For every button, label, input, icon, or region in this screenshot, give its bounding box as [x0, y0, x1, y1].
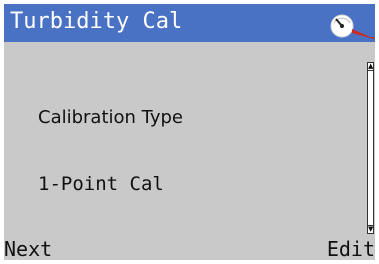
settings-content: Calibration Type 1-Point Cal [4, 42, 366, 234]
title-bar: Turbidity Cal [4, 4, 375, 42]
calibration-type-label: Calibration Type [38, 107, 184, 128]
scroll-track[interactable] [367, 71, 374, 225]
edit-button[interactable]: Edit [327, 238, 375, 260]
next-button[interactable]: Next [4, 238, 52, 260]
scroll-up-icon[interactable]: ▲ [367, 62, 374, 71]
device-screen: Turbidity Cal Calibration Type 1-Point C… [4, 4, 375, 260]
screen-title: Turbidity Cal [10, 9, 183, 34]
vertical-scrollbar[interactable]: ▲ ▼ [367, 62, 374, 234]
softkey-bar: Next Edit [4, 236, 375, 260]
scroll-down-icon[interactable]: ▼ [367, 225, 374, 234]
gauge-icon [330, 13, 374, 39]
calibration-type-value[interactable]: 1-Point Cal [38, 172, 164, 196]
